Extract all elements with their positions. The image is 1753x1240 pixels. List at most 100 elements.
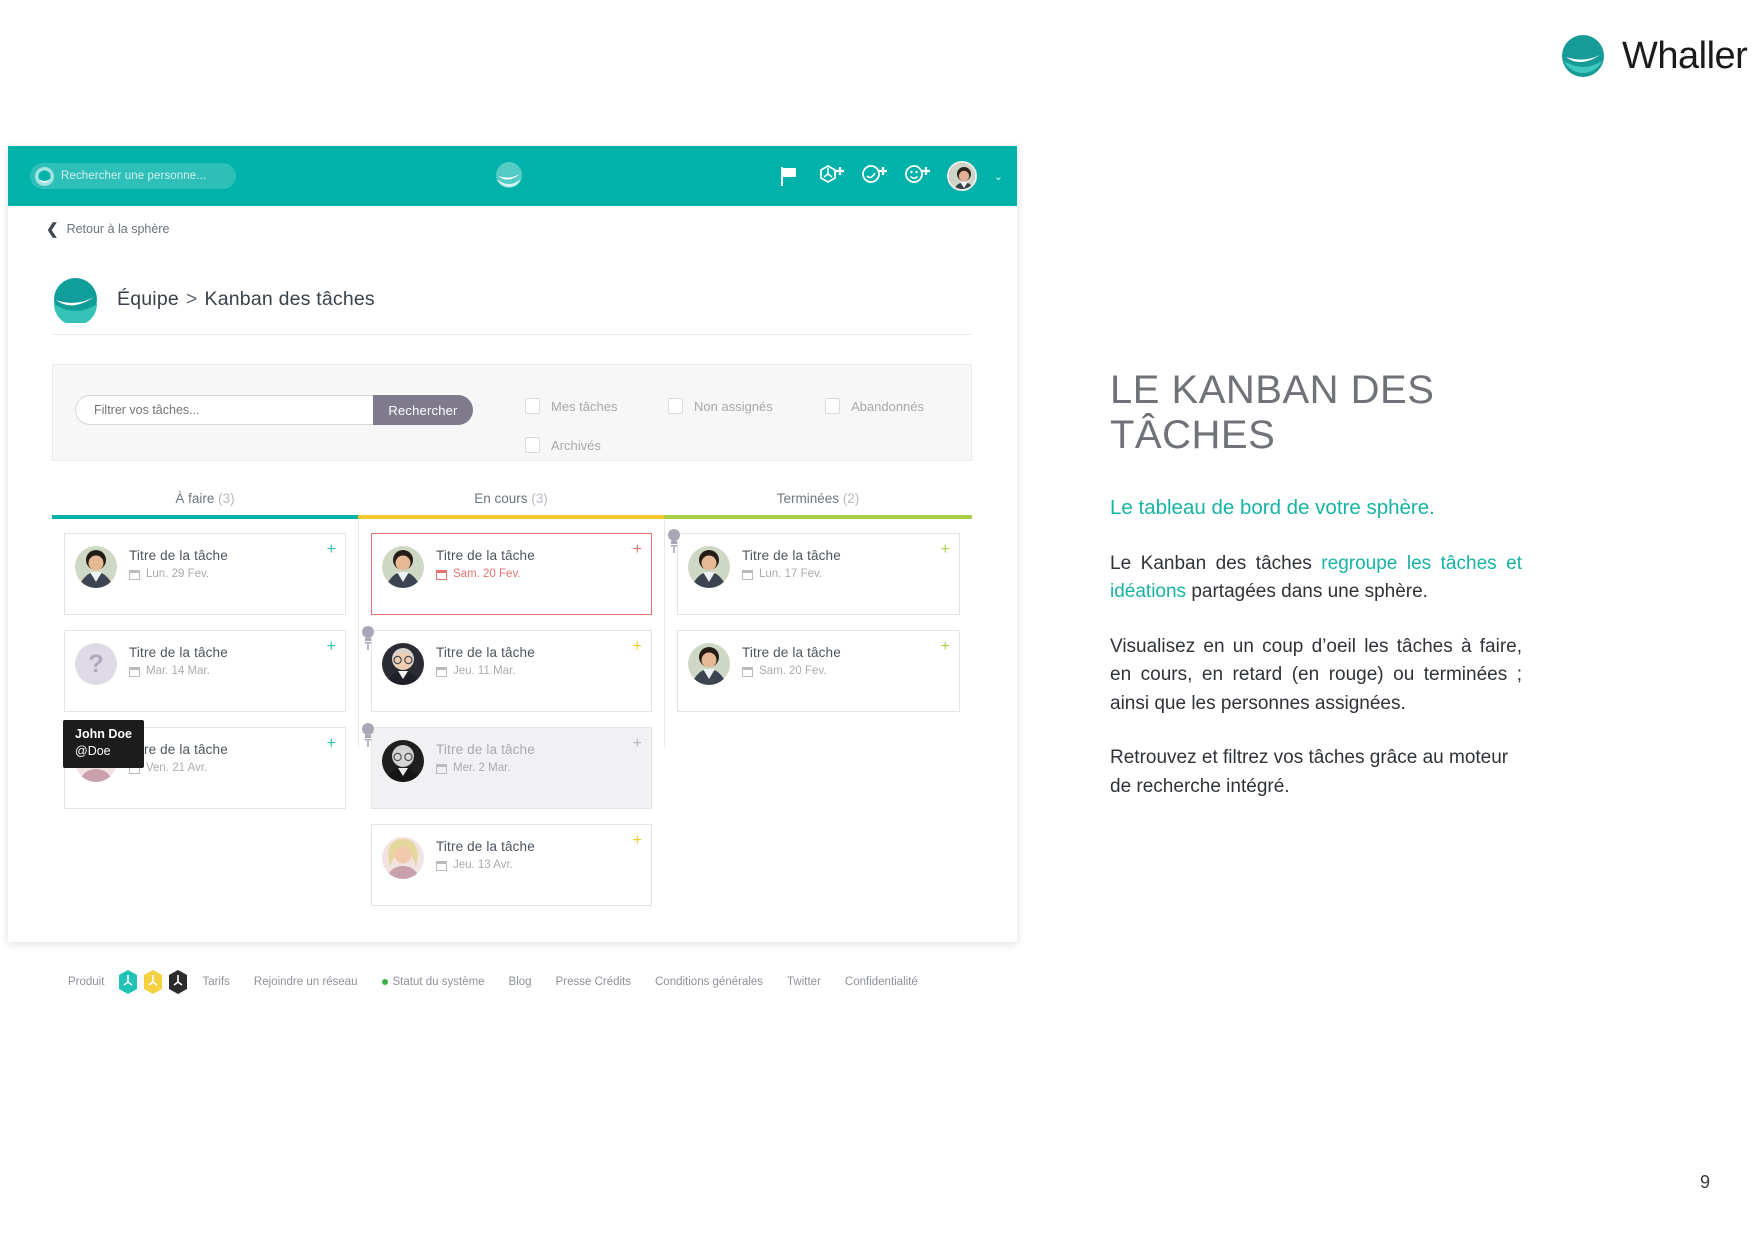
whaller-wordmark: Whaller (1622, 34, 1748, 77)
plan-cube-dark-icon[interactable] (168, 969, 188, 995)
add-task-icon[interactable]: + (633, 639, 642, 655)
back-to-sphere-link[interactable]: ❮ Retour à la sphère (8, 206, 1017, 252)
task-date: Lun. 29 Fev. (129, 568, 228, 580)
checkbox-label: Archivés (551, 437, 601, 453)
person-search-placeholder: Rechercher une personne... (61, 170, 207, 182)
footer-link-conditions-generales[interactable]: Conditions générales (655, 976, 763, 988)
task-title: Titre de la tâche (129, 645, 228, 660)
avatar[interactable] (382, 740, 424, 782)
task-card[interactable]: Titre de la tâche Lun. 29 Fev. + (64, 533, 346, 615)
task-date: Mer. 2 Mar. (436, 762, 535, 774)
plan-cube-yellow-icon[interactable] (143, 969, 163, 995)
breadcrumb-sphere[interactable]: Équipe (117, 288, 179, 311)
add-task-icon[interactable]: + (633, 833, 642, 849)
task-card[interactable]: Titre de la tâche Sam. 20 Fev. + (677, 630, 960, 712)
footer-link-blog[interactable]: Blog (509, 976, 532, 988)
kanban-column-header-terminees: Terminées (2) (776, 491, 860, 506)
add-task-icon[interactable]: + (327, 736, 336, 752)
tooltip-handle: @Doe (75, 743, 111, 758)
avatar-unassigned[interactable]: ? (75, 643, 117, 685)
kanban-column-header-en-cours: En cours (3) (474, 491, 548, 506)
plan-cube-teal-icon[interactable] (118, 969, 138, 995)
calendar-icon (742, 569, 753, 580)
app-screenshot: Rechercher une personne... ⌄ ❮ Retour à … (8, 146, 1017, 994)
task-date-late: Sam. 20 Fev. (436, 568, 535, 580)
panel-paragraph-1: Le Kanban des tâches regroupe les tâches… (1110, 552, 1522, 603)
task-card-late[interactable]: Titre de la tâche Sam. 20 Fev. + (371, 533, 652, 615)
add-task-icon[interactable]: + (633, 736, 642, 752)
footer-link-tarifs[interactable]: Tarifs (202, 976, 229, 988)
task-card-idea[interactable]: Titre de la tâche Jeu. 11 Mar. + (362, 626, 652, 712)
breadcrumb-separator: > (185, 288, 198, 310)
checkbox-box-icon (525, 398, 540, 414)
app-logo-icon[interactable] (495, 160, 523, 190)
person-search-box[interactable]: Rechercher une personne... (30, 163, 236, 189)
footer-produit-label: Produit (68, 976, 105, 988)
task-title: Titre de la tâche (742, 645, 841, 660)
task-date: Jeu. 13 Avr. (436, 859, 535, 871)
avatar[interactable] (382, 546, 424, 588)
task-card[interactable]: Titre de la tâche Jeu. 13 Avr. + (371, 824, 652, 906)
task-title: Titre de la tâche (436, 839, 535, 854)
avatar[interactable] (75, 546, 117, 588)
checkbox-archives[interactable]: Archivés (525, 437, 601, 453)
calendar-icon (436, 666, 447, 677)
whaller-logo-icon (1560, 33, 1606, 79)
topbar-icon-group: ⌄ (775, 146, 1003, 206)
add-task-icon[interactable]: + (941, 542, 950, 558)
back-chevron-icon: ❮ (46, 221, 59, 238)
checkbox-mes-taches[interactable]: Mes tâches (525, 398, 617, 414)
task-card[interactable]: ? Titre de la tâche Mar. 14 Mar. + (64, 630, 346, 712)
user-avatar[interactable] (946, 161, 977, 191)
add-circle-icon[interactable] (861, 162, 889, 190)
footer-link-statut-du-systeme[interactable]: Statut du système (381, 976, 485, 988)
add-sphere-icon[interactable] (818, 162, 846, 190)
footer-link-rejoindre-un-reseau[interactable]: Rejoindre un réseau (254, 976, 358, 988)
task-title: Titre de la tâche (436, 742, 535, 757)
footer-link-presse-credits[interactable]: Presse Crédits (556, 976, 631, 988)
avatar[interactable] (688, 546, 730, 588)
checkbox-box-icon (668, 398, 683, 414)
avatar[interactable] (688, 643, 730, 685)
avatar[interactable] (382, 837, 424, 879)
calendar-icon (436, 763, 447, 774)
sphere-logo-icon (52, 276, 99, 326)
whaller-brand: Whaller (1560, 33, 1748, 79)
add-task-icon[interactable]: + (633, 542, 642, 558)
add-task-icon[interactable]: + (941, 639, 950, 655)
task-card-idea[interactable]: Titre de la tâche Lun. 17 Fev. + (668, 529, 960, 615)
chevron-down-icon[interactable]: ⌄ (994, 170, 1003, 183)
breadcrumb-divider (52, 334, 972, 335)
checkbox-non-assignes[interactable]: Non assignés (668, 398, 773, 414)
back-label: Retour à la sphère (66, 222, 170, 236)
checkbox-label: Abandonnés (851, 398, 925, 414)
add-task-icon[interactable]: + (327, 639, 336, 655)
add-task-icon[interactable]: + (327, 542, 336, 558)
task-title: Titre de la tâche (436, 645, 535, 660)
task-title: Titre de la tâche (436, 548, 535, 563)
calendar-icon (129, 569, 140, 580)
checkbox-abandonnes[interactable]: Abandonnés (825, 398, 924, 414)
footer-link-confidentialite[interactable]: Confidentialité (845, 976, 918, 988)
search-button[interactable]: Rechercher (373, 395, 473, 425)
task-date: Lun. 17 Fev. (742, 568, 841, 580)
task-filter-input[interactable] (75, 395, 373, 425)
footer-link-twitter[interactable]: Twitter (787, 976, 821, 988)
kanban-column-terminees: Titre de la tâche Lun. 17 Fev. + Titre d… (664, 519, 972, 747)
task-card-archived[interactable]: Titre de la tâche Mer. 2 Mar. + (362, 723, 652, 809)
avatar[interactable] (382, 643, 424, 685)
lightbulb-icon (666, 528, 682, 554)
app-topbar: Rechercher une personne... ⌄ (8, 146, 1017, 206)
tooltip-name: John Doe (75, 727, 132, 741)
add-person-icon[interactable] (904, 162, 932, 190)
lightbulb-icon (360, 625, 376, 651)
breadcrumb: Équipe > Kanban des tâches (52, 276, 375, 326)
kanban-column-en-cours: Titre de la tâche Sam. 20 Fev. + Titre d… (358, 519, 664, 906)
task-date: Mar. 14 Mar. (129, 665, 228, 677)
marketing-panel: LE KANBAN DES TÂCHES Le tableau de bord … (1110, 368, 1522, 801)
user-tooltip: John Doe @Doe (63, 720, 144, 768)
flag-icon[interactable] (775, 162, 803, 190)
filter-panel: Rechercher Mes tâches Non assignés Aband… (52, 364, 972, 461)
calendar-icon (742, 666, 753, 677)
checkbox-box-icon (525, 437, 540, 453)
